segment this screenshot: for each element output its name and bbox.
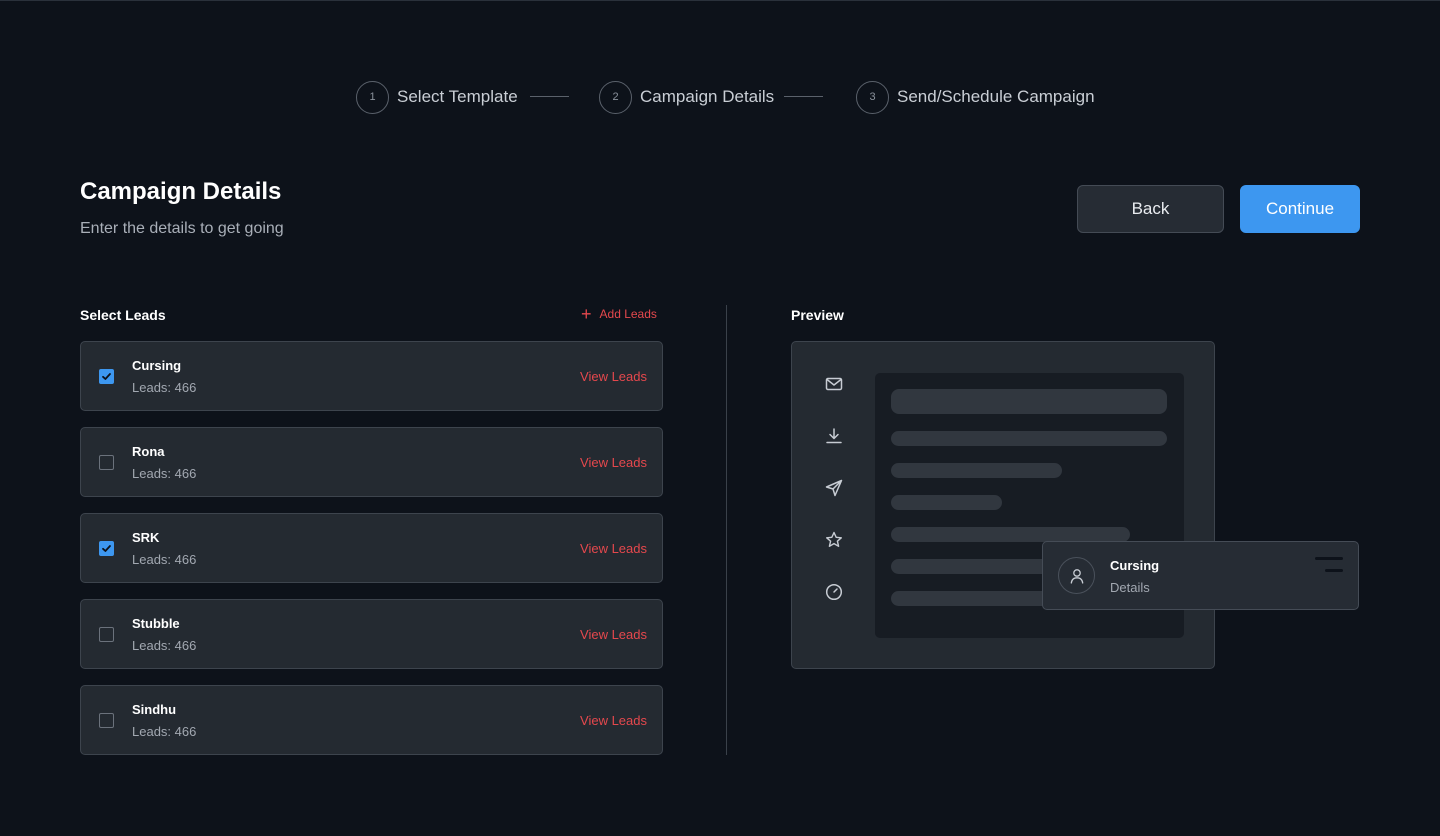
check-icon [102,545,111,552]
top-border [0,0,1440,1]
lead-name: Stubble [132,616,180,631]
step-label: Select Template [397,87,518,106]
mail-icon [825,377,843,391]
step-campaign-details[interactable]: 2 Campaign Details [599,80,774,114]
lead-name: SRK [132,530,160,545]
lead-count: Leads: 466 [132,638,197,653]
placeholder-bar [891,431,1167,446]
step-number: 3 [856,80,889,114]
send-icon [825,479,843,497]
select-leads-title: Select Leads [80,307,166,323]
step-label: Send/Schedule Campaign [897,87,1095,106]
placeholder-bar [891,527,1130,542]
lead-count: Leads: 466 [132,724,197,739]
lead-card[interactable]: SRK Leads: 466 View Leads [80,513,663,583]
step-select-template[interactable]: 1 Select Template [356,80,518,114]
contact-name: Cursing [1110,558,1160,573]
avatar [1058,557,1095,594]
view-leads-link[interactable]: View Leads [580,627,647,642]
page-title: Campaign Details [80,178,282,205]
preview-title: Preview [791,307,844,323]
step-send-schedule[interactable]: 3 Send/Schedule Campaign [856,80,1095,114]
lead-count: Leads: 466 [132,380,197,395]
star-icon [826,531,842,547]
stepper: 1 Select Template 2 Campaign Details 3 S… [0,80,1440,114]
lead-checkbox[interactable] [99,541,114,556]
lead-count: Leads: 466 [132,466,197,481]
gauge-icon [825,583,843,601]
lead-checkbox[interactable] [99,455,114,470]
view-leads-link[interactable]: View Leads [580,713,647,728]
vertical-divider [726,305,727,755]
user-icon [1070,568,1083,584]
lead-checkbox[interactable] [99,369,114,384]
view-leads-link[interactable]: View Leads [580,369,647,384]
menu-icon[interactable] [1315,557,1345,573]
view-leads-link[interactable]: View Leads [580,541,647,556]
add-leads-label: Add Leads [599,307,657,321]
download-icon [826,428,842,444]
page-subtitle: Enter the details to get going [80,220,284,237]
lead-name: Sindhu [132,702,177,717]
lead-count: Leads: 466 [132,552,197,567]
lead-card[interactable]: Cursing Leads: 466 View Leads [80,341,663,411]
view-leads-link[interactable]: View Leads [580,455,647,470]
add-leads-button[interactable]: + Add Leads [581,304,657,324]
lead-checkbox[interactable] [99,713,114,728]
back-button[interactable]: Back [1077,185,1224,233]
contact-sub: Details [1110,580,1150,595]
lead-name: Cursing [132,358,182,373]
preview-panel [791,341,1215,669]
step-label: Campaign Details [640,87,775,106]
preview-contact-card[interactable]: Cursing Details [1042,541,1359,610]
step-number: 2 [599,80,632,114]
plus-icon: + [581,304,592,324]
step-connector [530,96,569,97]
lead-checkbox[interactable] [99,627,114,642]
lead-card[interactable]: Stubble Leads: 466 View Leads [80,599,663,669]
step-number: 1 [356,80,389,114]
placeholder-bar [891,463,1062,478]
placeholder-bar [891,389,1167,414]
placeholder-bar [891,495,1002,510]
lead-card[interactable]: Rona Leads: 466 View Leads [80,427,663,497]
continue-button[interactable]: Continue [1240,185,1360,233]
check-icon [102,373,111,380]
step-connector [784,96,823,97]
lead-card[interactable]: Sindhu Leads: 466 View Leads [80,685,663,755]
lead-name: Rona [132,444,165,459]
